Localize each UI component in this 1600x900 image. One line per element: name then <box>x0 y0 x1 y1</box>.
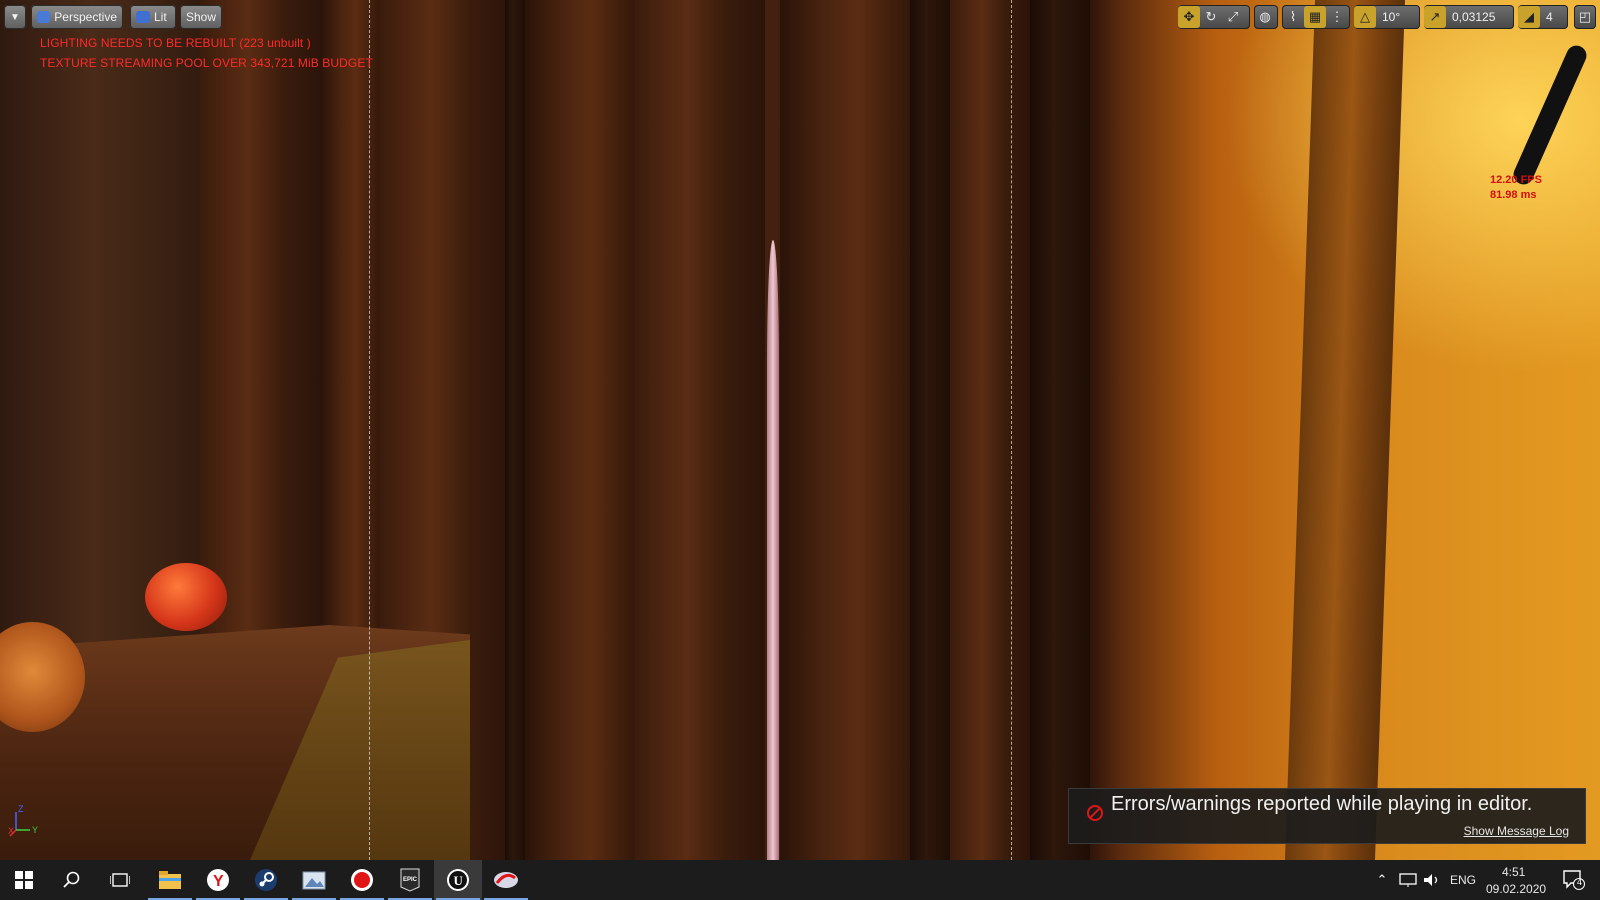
maximize-icon[interactable]: ◰ <box>1574 6 1596 28</box>
selection-outline <box>369 0 370 860</box>
lighting-warning: LIGHTING NEEDS TO BE REBUILT (223 unbuil… <box>40 36 311 50</box>
move-icon[interactable]: ✥ <box>1178 6 1200 28</box>
search-button[interactable] <box>48 860 96 900</box>
wood-plank <box>780 0 910 860</box>
world-icon[interactable]: ◍ <box>1254 6 1276 28</box>
notification-message: Errors/warnings reported while playing i… <box>1111 793 1533 815</box>
image-viewer-icon <box>302 871 326 890</box>
frame-time-readout: 81.98 ms <box>1490 189 1537 201</box>
clock-date[interactable]: 09.02.2020 <box>1486 882 1546 896</box>
rotation-snap-group: △ 10° <box>1354 5 1420 29</box>
grid-snap-group: ⌇ ▦ ⋮ <box>1282 5 1350 29</box>
orange-prop <box>145 563 227 631</box>
maximize-group: ◰ <box>1574 5 1596 29</box>
task-view-icon <box>110 873 130 887</box>
axis-z-label: Z <box>18 804 24 814</box>
axis-y-label: Y <box>32 825 38 835</box>
axis-x-label: X <box>8 826 14 836</box>
taskbar-image-viewer[interactable] <box>290 860 338 900</box>
wood-plank <box>505 0 525 860</box>
level-viewport[interactable] <box>0 0 1600 860</box>
viewport-options-button[interactable]: ▼ <box>4 5 26 29</box>
perspective-label: Perspective <box>54 10 117 24</box>
surface-snap-icon[interactable]: ⌇ <box>1282 6 1304 28</box>
show-button[interactable]: Show <box>180 5 222 29</box>
show-message-log-link[interactable]: Show Message Log <box>1464 824 1569 838</box>
wood-beam <box>1284 0 1406 860</box>
volume-icon <box>1424 874 1438 886</box>
wood-plank <box>910 0 950 860</box>
windows-start-icon <box>15 871 33 889</box>
scale-snap-group: ↗ 0,03125 <box>1424 5 1514 29</box>
camera-speed-group: ◢ 4 <box>1518 5 1568 29</box>
scale-snap-icon[interactable]: ↗ <box>1424 6 1446 28</box>
camera-speed-icon[interactable]: ◢ <box>1518 6 1540 28</box>
unreal-engine-icon: U <box>447 869 469 891</box>
pie-error-notification: Errors/warnings reported while playing i… <box>1068 788 1586 844</box>
taskbar-fleet[interactable] <box>482 860 530 900</box>
search-icon <box>63 871 80 888</box>
scale-snap-value[interactable]: 0,03125 <box>1446 10 1501 24</box>
fps-readout: 12.20 FPS <box>1490 174 1542 186</box>
perspective-icon <box>37 11 51 23</box>
grid-snap-icon[interactable]: ⋮ <box>1326 6 1348 28</box>
fleet-icon <box>494 872 518 888</box>
tray-network[interactable] <box>1396 860 1420 900</box>
taskbar-recorder[interactable] <box>338 860 386 900</box>
yandex-browser-icon: Y <box>207 869 229 891</box>
chevron-down-icon: ▼ <box>10 11 20 23</box>
wood-plank <box>950 0 1030 860</box>
svg-text:EPIC: EPIC <box>403 877 418 883</box>
taskbar-epic-games[interactable]: EPIC <box>386 860 434 900</box>
perspective-button[interactable]: Perspective <box>31 5 123 29</box>
language-indicator[interactable]: ENG <box>1450 873 1476 887</box>
selection-outline <box>1011 0 1012 860</box>
camera-speed-value[interactable]: 4 <box>1540 10 1559 24</box>
cable-prop <box>1510 42 1590 188</box>
scale-icon[interactable]: ⤢ <box>1222 6 1244 28</box>
taskbar-unreal-engine[interactable]: U <box>434 860 482 900</box>
rotate-icon[interactable]: ↻ <box>1200 6 1222 28</box>
network-icon <box>1399 873 1417 887</box>
view-mode-button[interactable]: Lit <box>130 5 176 29</box>
action-center-button[interactable]: 4 <box>1552 860 1596 900</box>
taskbar-file-explorer[interactable] <box>146 860 194 900</box>
wood-plank <box>525 0 635 860</box>
notification-count: 4 <box>1577 877 1583 887</box>
svg-text:Y: Y <box>213 873 224 890</box>
axis-gizmo: Z Y X <box>8 800 48 840</box>
recorder-icon <box>351 869 373 891</box>
rotation-snap-icon[interactable]: △ <box>1354 6 1376 28</box>
transform-tools: ✥ ↻ ⤢ <box>1178 5 1250 29</box>
steam-icon <box>255 869 277 891</box>
tray-volume[interactable] <box>1420 860 1444 900</box>
lit-icon <box>136 11 150 23</box>
start-button[interactable] <box>0 860 48 900</box>
taskbar-steam[interactable] <box>242 860 290 900</box>
tray-expand[interactable]: ⌃ <box>1370 860 1394 900</box>
file-explorer-icon <box>159 871 181 889</box>
chevron-up-icon: ⌃ <box>1376 872 1388 887</box>
texture-warning: TEXTURE STREAMING POOL OVER 343,721 MiB … <box>40 56 373 70</box>
grid-icon[interactable]: ▦ <box>1304 6 1326 28</box>
clock-time[interactable]: 4:51 <box>1502 865 1525 879</box>
light-gap <box>767 240 779 860</box>
svg-text:U: U <box>454 873 464 888</box>
taskbar-yandex-browser[interactable]: Y <box>194 860 242 900</box>
rotation-snap-value[interactable]: 10° <box>1376 10 1406 24</box>
wood-plank <box>1030 0 1090 860</box>
lit-label: Lit <box>154 10 167 24</box>
task-view-button[interactable] <box>96 860 144 900</box>
error-icon <box>1087 805 1103 821</box>
windows-taskbar: Y EPIC U ⌃ ENG 4:51 09.02.2020 4 <box>0 860 1600 900</box>
epic-games-icon: EPIC <box>400 868 420 892</box>
wood-plank <box>635 0 765 860</box>
show-label: Show <box>186 10 217 24</box>
coordinate-system: ◍ <box>1254 5 1278 29</box>
